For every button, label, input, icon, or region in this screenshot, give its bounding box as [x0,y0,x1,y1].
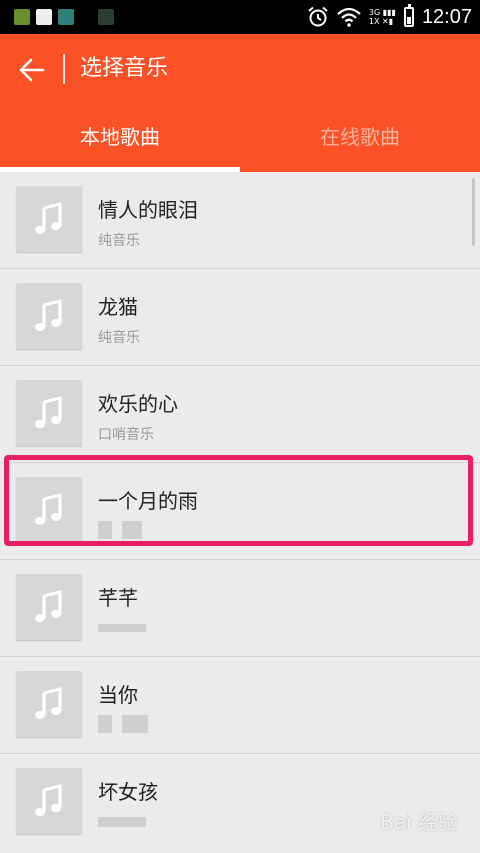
music-note-icon [35,784,62,816]
notification-icon [36,9,52,25]
album-art [16,186,82,252]
music-note-icon [35,493,62,525]
song-artist-obscured [98,521,142,539]
song-item[interactable]: 一个月的雨 [0,463,480,560]
song-title: 一个月的雨 [98,489,198,513]
music-note-icon [35,299,62,331]
music-note-icon [35,687,62,719]
network-type-top: 3G [368,8,381,17]
song-artist: 纯音乐 [98,233,140,249]
song-title: 当你 [98,683,138,707]
song-item[interactable]: 当你 [0,657,480,754]
music-note-icon [35,202,62,234]
album-art [16,380,82,446]
song-item[interactable]: 龙猫 纯音乐 [0,269,480,366]
music-note-icon [35,396,62,428]
tab-online-songs[interactable]: 在线歌曲 [240,106,480,172]
album-art [16,477,82,543]
alarm-icon [308,6,328,27]
battery-icon [403,4,414,27]
song-title: 坏女孩 [98,780,158,804]
page-title: 选择音乐 [80,56,169,81]
status-time: 12:07 [421,5,472,28]
album-art [16,574,82,640]
song-item[interactable]: 欢乐的心 口哨音乐 [0,366,480,463]
song-item[interactable]: 情人的眼泪 纯音乐 [0,172,480,269]
notification-icons [14,6,114,28]
song-artist-obscured [98,812,146,830]
song-list: 情人的眼泪 纯音乐 龙猫 纯音乐 欢乐的心 口哨音乐 一个月的雨 芊芊 当你 坏… [0,172,480,850]
music-note-icon [35,590,62,622]
song-item[interactable]: 坏女孩 [0,754,480,850]
song-item[interactable]: 芊芊 [0,560,480,657]
song-artist: 纯音乐 [98,330,140,346]
song-artist-obscured [98,715,148,733]
album-art [16,768,82,834]
song-artist: 口哨音乐 [98,427,154,443]
app-bar: 选择音乐 [0,34,480,106]
network-indicator: 3G ▮▮▮ 1X ✕▮ [368,8,396,26]
scrollbar[interactable] [472,178,475,246]
notification-icon [58,9,74,25]
song-title: 芊芊 [98,586,138,610]
title-divider [63,54,65,84]
notification-icon [14,9,30,25]
tab-bar: 本地歌曲 在线歌曲 [0,106,480,172]
song-title: 欢乐的心 [98,392,178,416]
watermark: Bai 经验 [380,810,458,834]
tab-local-songs[interactable]: 本地歌曲 [0,106,240,172]
song-title: 龙猫 [98,295,138,319]
song-artist-obscured [98,618,146,636]
album-art [16,671,82,737]
album-art [16,283,82,349]
notification-icon [98,9,114,25]
status-bar: 3G ▮▮▮ 1X ✕▮ 12:07 [0,0,480,34]
arrow-left-icon[interactable] [18,56,46,84]
network-type-bottom: 1X [368,17,380,26]
song-title: 情人的眼泪 [98,198,198,222]
wifi-icon [337,7,361,27]
